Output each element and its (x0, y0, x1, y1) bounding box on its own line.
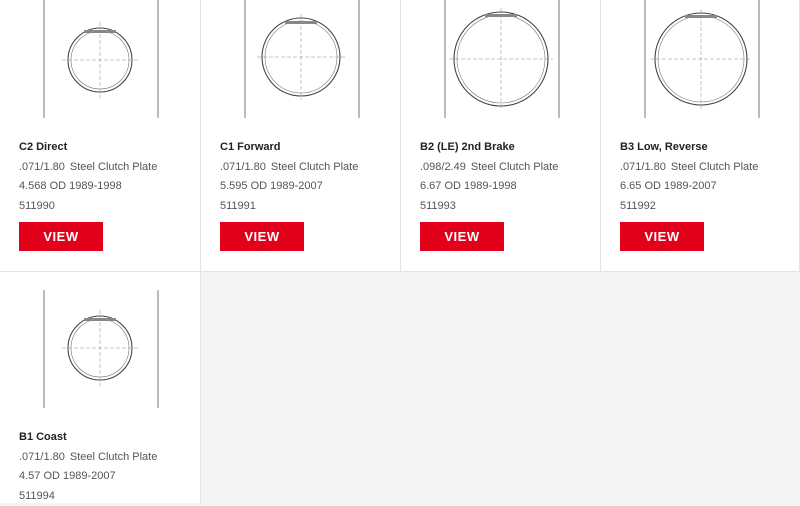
product-spec-line: .071/1.80 Steel Clutch Plate (620, 158, 758, 178)
view-button[interactable]: VIEW (420, 222, 504, 251)
clutch-plate-drawing-icon (443, 0, 561, 122)
product-years: 1989-2007 (63, 470, 116, 482)
product-part-number: 511991 (220, 197, 358, 217)
product-od: 4.57 (19, 470, 40, 482)
product-spec-line: .071/1.80 Steel Clutch Plate (220, 158, 358, 178)
view-button[interactable]: VIEW (220, 222, 304, 251)
product-od-label: OD (50, 180, 67, 192)
product-years: 1989-2007 (270, 180, 323, 192)
product-card: C2 Direct .071/1.80 Steel Clutch Plate 4.… (0, 0, 201, 272)
product-od: 5.595 (220, 180, 248, 192)
product-od: 4.568 (19, 180, 47, 192)
product-od-label: OD (444, 180, 461, 192)
product-thickness: .098/2.49 (420, 161, 466, 173)
product-name: C2 Direct (19, 138, 157, 158)
product-name: B3 Low, Reverse (620, 138, 758, 158)
product-type: Steel Clutch Plate (70, 161, 157, 173)
product-years: 1989-1998 (464, 180, 517, 192)
product-od-line: 6.65 OD 1989-2007 (620, 177, 758, 197)
clutch-plate-drawing-icon (42, 0, 160, 122)
product-od-label: OD (251, 180, 268, 192)
view-button[interactable]: VIEW (19, 222, 103, 251)
product-od-label: OD (43, 470, 60, 482)
product-card: B3 Low, Reverse .071/1.80 Steel Clutch Pl… (601, 0, 800, 272)
product-part-number: 511990 (19, 197, 157, 217)
product-name: B1 Coast (19, 428, 157, 448)
product-od-line: 6.67 OD 1989-1998 (420, 177, 558, 197)
product-type: Steel Clutch Plate (471, 161, 558, 173)
product-od-label: OD (644, 180, 661, 192)
product-thickness: .071/1.80 (620, 161, 666, 173)
product-part-number: 511994 (19, 487, 157, 506)
product-info: C2 Direct .071/1.80 Steel Clutch Plate 4.… (19, 138, 157, 216)
clutch-plate-drawing-icon (243, 0, 361, 122)
product-spec-line: .071/1.80 Steel Clutch Plate (19, 158, 157, 178)
product-spec-line: .071/1.80 Steel Clutch Plate (19, 448, 157, 468)
product-years: 1989-1998 (69, 180, 122, 192)
product-part-number: 511992 (620, 197, 758, 217)
product-part-number: 511993 (420, 197, 558, 217)
product-name: B2 (LE) 2nd Brake (420, 138, 558, 158)
product-card: B2 (LE) 2nd Brake .098/2.49 Steel Clutch … (401, 0, 601, 272)
product-spec-line: .098/2.49 Steel Clutch Plate (420, 158, 558, 178)
product-thickness: .071/1.80 (220, 161, 266, 173)
product-thickness: .071/1.80 (19, 451, 65, 463)
product-od: 6.65 (620, 180, 641, 192)
clutch-plate-drawing-icon (42, 290, 160, 412)
product-type: Steel Clutch Plate (671, 161, 758, 173)
product-thickness: .071/1.80 (19, 161, 65, 173)
product-type: Steel Clutch Plate (271, 161, 358, 173)
product-years: 1989-2007 (664, 180, 717, 192)
product-name: C1 Forward (220, 138, 358, 158)
product-od-line: 4.568 OD 1989-1998 (19, 177, 157, 197)
view-button[interactable]: VIEW (620, 222, 704, 251)
product-card: C1 Forward .071/1.80 Steel Clutch Plate 5… (201, 0, 401, 272)
product-info: B3 Low, Reverse .071/1.80 Steel Clutch Pl… (620, 138, 758, 216)
product-od: 6.67 (420, 180, 441, 192)
product-od-line: 4.57 OD 1989-2007 (19, 467, 157, 487)
product-od-line: 5.595 OD 1989-2007 (220, 177, 358, 197)
product-card: B1 Coast .071/1.80 Steel Clutch Plate 4.5… (0, 272, 201, 503)
product-info: C1 Forward .071/1.80 Steel Clutch Plate 5… (220, 138, 358, 216)
product-info: B2 (LE) 2nd Brake .098/2.49 Steel Clutch … (420, 138, 558, 216)
clutch-plate-drawing-icon (643, 0, 761, 122)
product-info: B1 Coast .071/1.80 Steel Clutch Plate 4.5… (19, 428, 157, 506)
product-type: Steel Clutch Plate (70, 451, 157, 463)
